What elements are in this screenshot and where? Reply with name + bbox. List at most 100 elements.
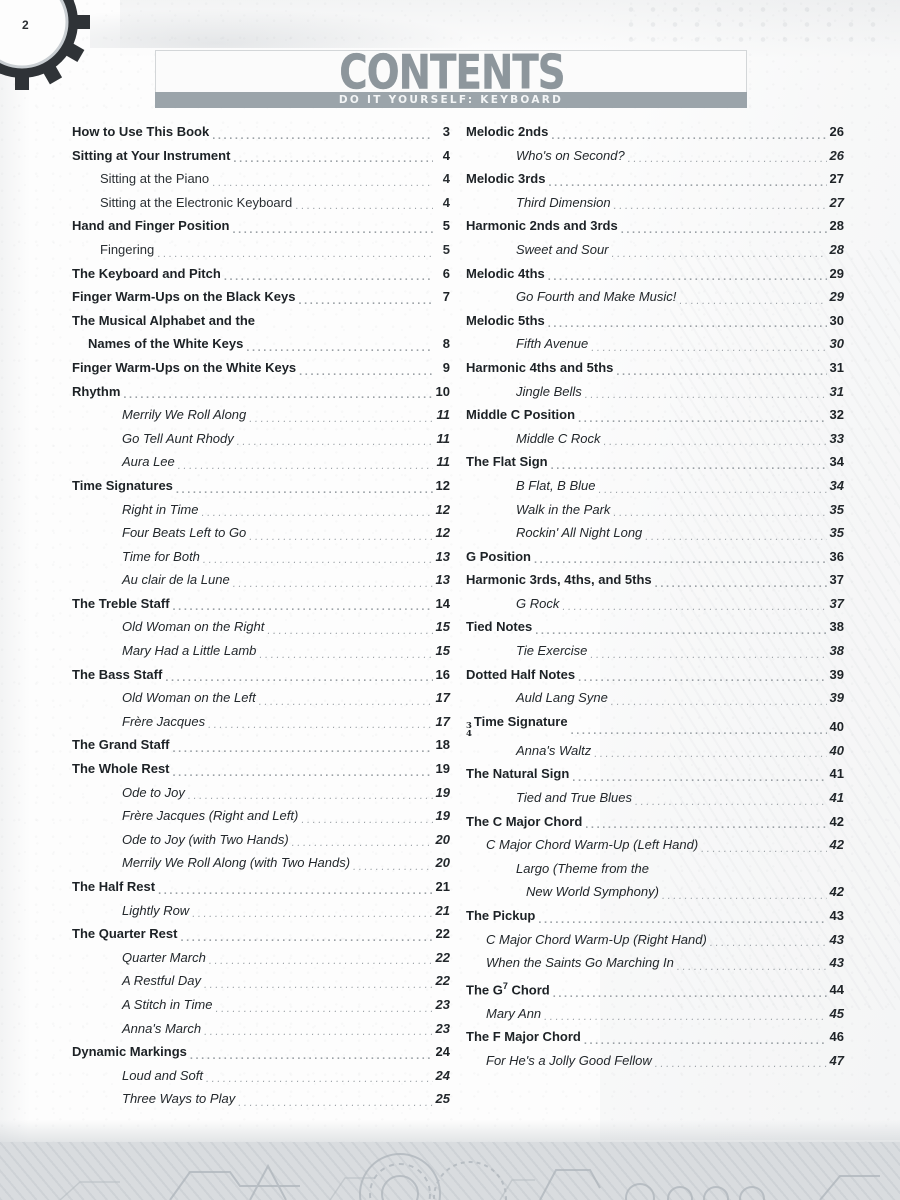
toc-entry[interactable]: Ode to Joy..............................… xyxy=(72,781,450,805)
toc-entry[interactable]: The Half Rest...........................… xyxy=(72,875,450,899)
toc-entry[interactable]: Old Woman on the Left...................… xyxy=(72,686,450,710)
toc-entry[interactable]: Hand and Finger Position................… xyxy=(72,214,450,238)
toc-entry[interactable]: Finger Warm-Ups on the Black Keys.......… xyxy=(72,285,450,309)
toc-entry[interactable]: Aura Lee................................… xyxy=(72,450,450,474)
toc-entry[interactable]: The Flat Sign...........................… xyxy=(466,450,844,474)
toc-entry[interactable]: The C Major Chord.......................… xyxy=(466,810,844,834)
toc-entry[interactable]: Anna's March............................… xyxy=(72,1017,450,1041)
toc-leader-dots: ........................................… xyxy=(572,774,827,783)
toc-entry[interactable]: Go Tell Aunt Rhody......................… xyxy=(72,427,450,451)
toc-entry[interactable]: Lightly Row.............................… xyxy=(72,899,450,923)
toc-entry[interactable]: The Treble Staff........................… xyxy=(72,592,450,616)
toc-entry[interactable]: Rockin' All Night Long..................… xyxy=(466,521,844,545)
toc-entry[interactable]: Tied Notes..............................… xyxy=(466,615,844,639)
toc-entry[interactable]: Tied and True Blues.....................… xyxy=(466,786,844,810)
toc-entry[interactable]: Who's on Second?........................… xyxy=(466,144,844,168)
toc-entry[interactable]: The Quarter Rest........................… xyxy=(72,922,450,946)
toc-entry[interactable]: The Bass Staff..........................… xyxy=(72,663,450,687)
toc-entry[interactable]: Frère Jacques...........................… xyxy=(72,710,450,734)
toc-entry[interactable]: Largo (Theme from the...................… xyxy=(466,857,844,881)
toc-entry[interactable]: Right in Time...........................… xyxy=(72,498,450,522)
toc-entry[interactable]: The Whole Rest..........................… xyxy=(72,757,450,781)
toc-entry[interactable]: Mary Ann................................… xyxy=(466,1002,844,1026)
toc-entry[interactable]: Walk in the Park........................… xyxy=(466,498,844,522)
toc-page-number: 42 xyxy=(829,837,844,853)
toc-entry-label: The Half Rest xyxy=(72,879,156,894)
toc-entry[interactable]: Harmonic 4ths and 5ths..................… xyxy=(466,356,844,380)
toc-entry[interactable]: Dynamic Markings........................… xyxy=(72,1040,450,1064)
toc-entry[interactable]: Merrily We Roll Along...................… xyxy=(72,403,450,427)
toc-entry[interactable]: Mary Had a Little Lamb..................… xyxy=(72,639,450,663)
toc-entry[interactable]: How to Use This Book....................… xyxy=(72,120,450,144)
toc-entry[interactable]: Fingering...............................… xyxy=(72,238,450,262)
toc-entry[interactable]: The F Major Chord.......................… xyxy=(466,1025,844,1049)
toc-entry[interactable]: Frère Jacques (Right and Left)..........… xyxy=(72,804,450,828)
toc-entry[interactable]: 3 4 Time Signature........................… xyxy=(466,710,844,739)
toc-entry[interactable]: Ode to Joy (with Two Hands).............… xyxy=(72,828,450,852)
toc-entry[interactable]: Loud and Soft...........................… xyxy=(72,1064,450,1088)
toc-entry[interactable]: G Position..............................… xyxy=(466,545,844,569)
toc-entry[interactable]: C Major Chord Warm-Up (Right Hand)......… xyxy=(466,928,844,952)
toc-entry[interactable]: Three Ways to Play......................… xyxy=(72,1087,450,1111)
toc-entry[interactable]: The Musical Alphabet and the............… xyxy=(72,309,450,333)
toc-entry-label: Aura Lee xyxy=(122,454,175,470)
toc-entry[interactable]: Rhythm..................................… xyxy=(72,380,450,404)
toc-entry[interactable]: Harmonic 2nds and 3rds..................… xyxy=(466,214,844,238)
toc-entry[interactable]: A Restful Day...........................… xyxy=(72,969,450,993)
toc-entry[interactable]: The Keyboard and Pitch..................… xyxy=(72,262,450,286)
toc-entry-label: Melodic 2nds xyxy=(466,124,549,139)
toc-entry[interactable]: Sitting at the Piano....................… xyxy=(72,167,450,191)
toc-entry[interactable]: Third Dimension.........................… xyxy=(466,191,844,215)
toc-entry[interactable]: New World Symphony).....................… xyxy=(466,880,844,904)
toc-page-number: 16 xyxy=(435,666,450,682)
toc-entry[interactable]: Time for Both...........................… xyxy=(72,545,450,569)
toc-entry-label: Rhythm xyxy=(72,383,121,399)
toc-entry[interactable]: The Pickup..............................… xyxy=(466,904,844,928)
toc-leader-dots: ........................................… xyxy=(201,509,433,518)
toc-entry[interactable]: When the Saints Go Marching In..........… xyxy=(466,951,844,975)
toc-entry[interactable]: The G7 Chord............................… xyxy=(466,975,844,1002)
toc-entry[interactable]: Merrily We Roll Along (with Two Hands)..… xyxy=(72,851,450,875)
toc-leader-dots: ........................................… xyxy=(192,910,433,919)
toc-entry[interactable]: Middle C Position.......................… xyxy=(466,403,844,427)
toc-entry[interactable]: B Flat, B Blue..........................… xyxy=(466,474,844,498)
toc-entry[interactable]: Melodic 3rds............................… xyxy=(466,167,844,191)
toc-entry[interactable]: Sitting at Your Instrument..............… xyxy=(72,144,450,168)
toc-entry[interactable]: Auld Lang Syne..........................… xyxy=(466,686,844,710)
toc-entry-label: Old Woman on the Left xyxy=(122,690,256,706)
toc-leader-dots: ........................................… xyxy=(654,1060,827,1069)
toc-leader-dots: ........................................… xyxy=(603,438,827,447)
toc-entry[interactable]: Melodic 4ths............................… xyxy=(466,262,844,286)
toc-entry[interactable]: Melodic 5ths............................… xyxy=(466,309,844,333)
toc-entry[interactable]: Tie Exercise............................… xyxy=(466,639,844,663)
toc-entry[interactable]: G Rock..................................… xyxy=(466,592,844,616)
toc-page-number: 33 xyxy=(829,430,844,446)
toc-entry[interactable]: Sitting at the Electronic Keyboard......… xyxy=(72,191,450,215)
toc-entry[interactable]: Harmonic 3rds, 4ths, and 5ths...........… xyxy=(466,568,844,592)
toc-entry[interactable]: Old Woman on the Right..................… xyxy=(72,615,450,639)
toc-entry-label: G Rock xyxy=(516,595,560,611)
toc-entry[interactable]: A Stitch in Time........................… xyxy=(72,993,450,1017)
toc-entry[interactable]: C Major Chord Warm-Up (Left Hand).......… xyxy=(466,833,844,857)
toc-entry[interactable]: Fifth Avenue............................… xyxy=(466,332,844,356)
toc-entry[interactable]: Quarter March...........................… xyxy=(72,946,450,970)
toc-entry[interactable]: The Natural Sign........................… xyxy=(466,762,844,786)
toc-entry-label: Third Dimension xyxy=(516,194,611,210)
toc-entry[interactable]: Au clair de la Lune.....................… xyxy=(72,568,450,592)
toc-entry-label: A Restful Day xyxy=(122,973,201,989)
toc-entry[interactable]: Sweet and Sour..........................… xyxy=(466,238,844,262)
toc-entry[interactable]: Go Fourth and Make Music!...............… xyxy=(466,285,844,309)
toc-entry[interactable]: For He's a Jolly Good Fellow............… xyxy=(466,1049,844,1073)
toc-entry[interactable]: Anna's Waltz............................… xyxy=(466,739,844,763)
toc-entry[interactable]: Jingle Bells............................… xyxy=(466,380,844,404)
toc-entry[interactable]: The Grand Staff.........................… xyxy=(72,733,450,757)
toc-entry[interactable]: Names of the White Keys.................… xyxy=(72,332,450,356)
toc-entry[interactable]: Middle C Rock...........................… xyxy=(466,427,844,451)
toc-entry[interactable]: Four Beats Left to Go...................… xyxy=(72,521,450,545)
toc-entry-label: The F Major Chord xyxy=(466,1029,581,1045)
toc-entry[interactable]: Melodic 2nds............................… xyxy=(466,120,844,144)
toc-leader-dots: ........................................… xyxy=(172,603,433,612)
toc-entry[interactable]: Time Signatures.........................… xyxy=(72,474,450,498)
toc-entry[interactable]: Finger Warm-Ups on the White Keys.......… xyxy=(72,356,450,380)
toc-entry[interactable]: Dotted Half Notes.......................… xyxy=(466,663,844,687)
